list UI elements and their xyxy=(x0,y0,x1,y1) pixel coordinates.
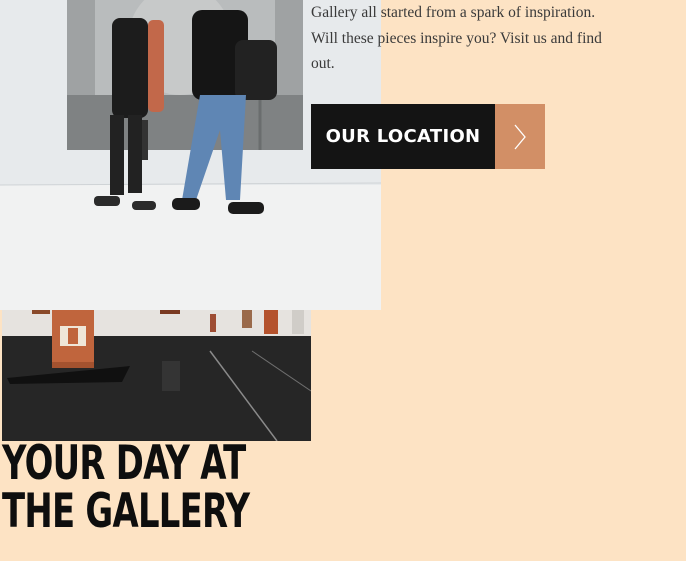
intro-line-2: Will these pieces inspire you? Visit us … xyxy=(311,29,602,47)
our-location-label: OUR LOCATION xyxy=(311,104,495,169)
chevron-right-icon xyxy=(495,104,545,169)
intro-line-3: out. xyxy=(311,55,335,72)
intro-paragraph: Gallery all started from a spark of insp… xyxy=(311,0,641,77)
section-heading: YOUR DAY AT THE GALLERY xyxy=(2,436,250,539)
section-heading-line-2: THE GALLERY xyxy=(2,484,250,539)
section-heading-line-1: YOUR DAY AT xyxy=(2,436,246,491)
gallery-hall-photo xyxy=(2,296,311,441)
intro-line-1: Gallery all started from a spark of insp… xyxy=(311,4,596,21)
our-location-button[interactable]: OUR LOCATION xyxy=(311,104,545,169)
